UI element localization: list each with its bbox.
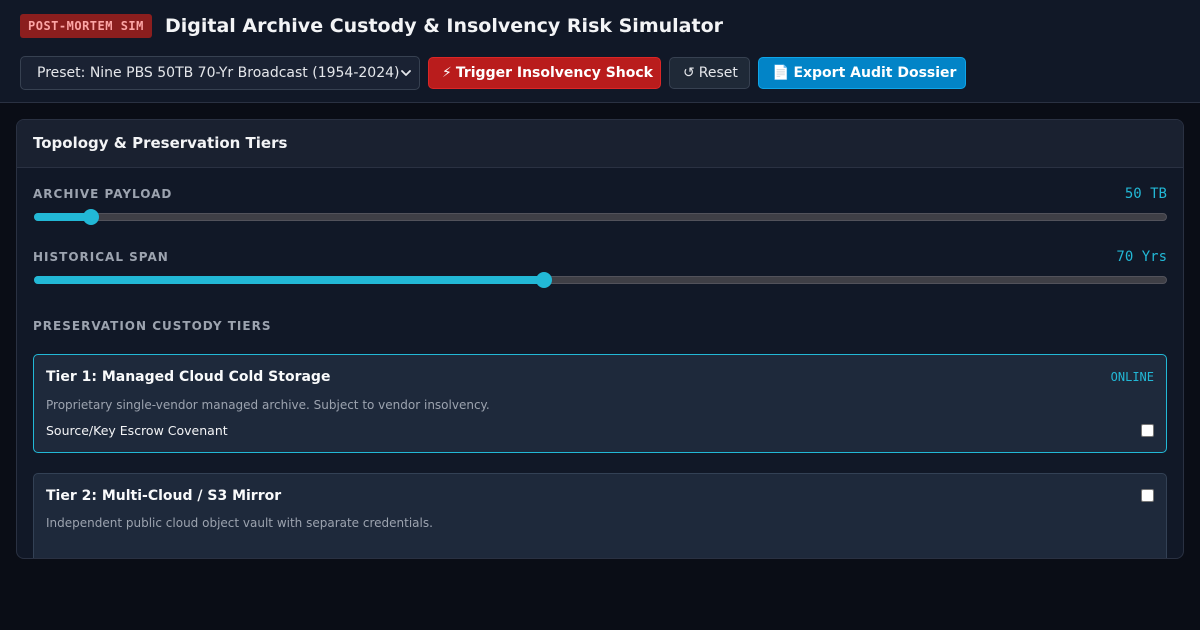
reset-label: Reset: [698, 65, 738, 81]
archive-payload-label: ARCHIVE PAYLOAD: [33, 187, 173, 201]
escrow-covenant-label: Source/Key Escrow Covenant: [46, 423, 228, 438]
slider-thumb[interactable]: [82, 209, 99, 225]
panel-title: Topology & Preservation Tiers: [33, 134, 288, 152]
reset-button[interactable]: ↺ Reset: [669, 57, 750, 89]
trigger-insolvency-shock-button[interactable]: ⚡ Trigger Insolvency Shock: [428, 57, 661, 89]
preset-select[interactable]: Preset: Nine PBS 50TB 70-Yr Broadcast (1…: [20, 56, 420, 90]
preset-selected-value: Preset: Nine PBS 50TB 70-Yr Broadcast (1…: [37, 65, 400, 81]
tier-1-card[interactable]: Tier 1: Managed Cloud Cold Storage ONLIN…: [33, 354, 1167, 453]
historical-span-value: 70 Yrs: [1116, 249, 1167, 265]
tier-1-description: Proprietary single-vendor managed archiv…: [46, 398, 490, 412]
document-icon: 📄: [772, 65, 790, 81]
escrow-covenant-checkbox[interactable]: [1141, 424, 1154, 437]
slider-track: [34, 213, 1167, 221]
chevron-down-icon: [401, 70, 411, 76]
lightning-icon: ⚡: [442, 65, 452, 81]
topology-panel: Topology & Preservation Tiers ARCHIVE PA…: [16, 119, 1184, 559]
archive-payload-slider[interactable]: [34, 209, 1167, 225]
tier-1-title: Tier 1: Managed Cloud Cold Storage: [46, 369, 331, 385]
archive-payload-value: 50 TB: [1124, 186, 1167, 202]
trigger-insolvency-shock-label: Trigger Insolvency Shock: [455, 65, 653, 81]
tier-2-description: Independent public cloud object vault wi…: [46, 516, 433, 530]
app-title: Digital Archive Custody & Insolvency Ris…: [165, 15, 723, 37]
tier-1-status-badge: ONLINE: [1110, 370, 1154, 384]
historical-span-slider[interactable]: [34, 272, 1167, 288]
reset-icon: ↺: [683, 65, 695, 81]
slider-fill: [34, 276, 544, 284]
tier-2-checkbox[interactable]: [1141, 489, 1154, 502]
tier-2-title: Tier 2: Multi-Cloud / S3 Mirror: [46, 488, 282, 504]
export-audit-dossier-button[interactable]: 📄 Export Audit Dossier: [758, 57, 966, 89]
sim-mode-badge: POST-MORTEM SIM: [20, 14, 152, 38]
slider-thumb[interactable]: [535, 272, 552, 288]
custody-tiers-label: PRESERVATION CUSTODY TIERS: [33, 319, 272, 333]
historical-span-label: HISTORICAL SPAN: [33, 250, 169, 264]
top-bar: POST-MORTEM SIM Digital Archive Custody …: [0, 0, 1200, 103]
panel-header: Topology & Preservation Tiers: [17, 120, 1183, 168]
export-audit-dossier-label: Export Audit Dossier: [793, 65, 957, 81]
tier-2-card[interactable]: Tier 2: Multi-Cloud / S3 Mirror Independ…: [33, 473, 1167, 558]
